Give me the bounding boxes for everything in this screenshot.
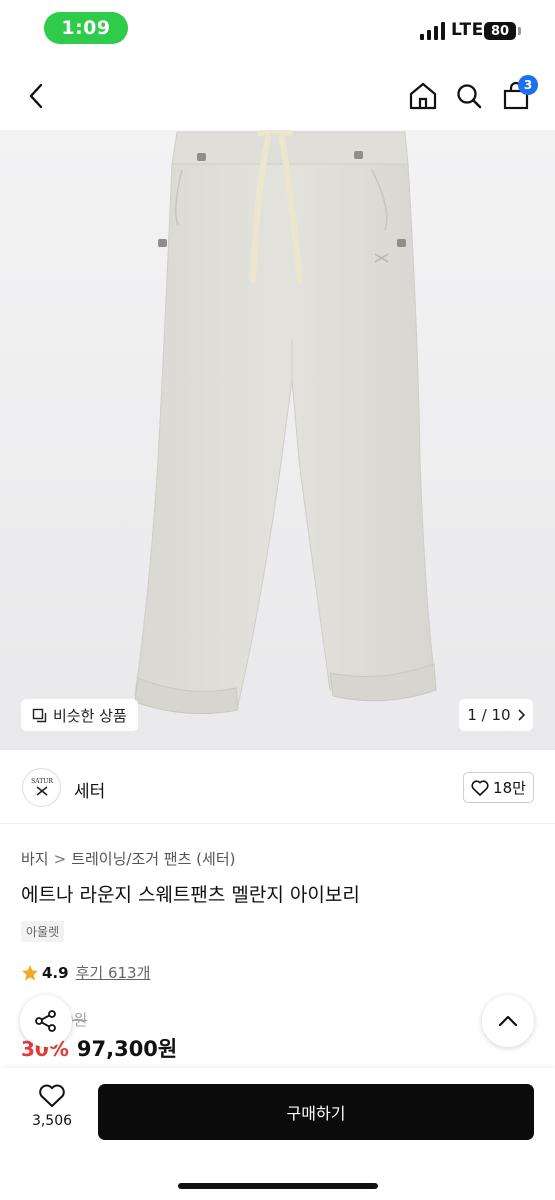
review-link[interactable]: 후기 613개 xyxy=(76,962,151,983)
top-nav: 3 xyxy=(0,58,555,130)
brand-row: SATUR 세터 18만 xyxy=(0,750,555,824)
signal-icon xyxy=(420,22,445,40)
brand-logo[interactable]: SATUR xyxy=(22,768,61,807)
scroll-top-button[interactable] xyxy=(482,995,534,1047)
chevron-up-icon xyxy=(498,1015,518,1027)
breadcrumb: 바지 > 트레이닝/조거 팬츠 (세터) xyxy=(21,848,235,869)
cart-count-badge: 3 xyxy=(518,75,538,95)
product-photo xyxy=(134,130,437,715)
product-image[interactable]: 비슷한 상품 1 / 10 xyxy=(0,130,555,750)
status-time: 1:09 xyxy=(44,12,128,44)
brand-like-button[interactable]: 18만 xyxy=(463,772,534,803)
wishlist-button[interactable]: 3,506 xyxy=(22,1084,82,1129)
outlet-tag: 아울렛 xyxy=(21,921,65,942)
similar-items-icon xyxy=(32,708,47,722)
search-icon xyxy=(457,84,482,109)
battery-icon: 80 xyxy=(484,22,516,40)
buy-button[interactable]: 구매하기 xyxy=(98,1084,534,1140)
rating-score: 4.9 xyxy=(42,963,69,982)
rating: 4.9 후기 613개 xyxy=(21,962,150,983)
home-button[interactable] xyxy=(404,76,442,116)
cart-button[interactable]: 3 xyxy=(496,75,538,116)
network-label: LTE xyxy=(451,20,484,40)
breadcrumb-item[interactable]: 바지 xyxy=(21,850,49,868)
breadcrumb-item[interactable]: 트레이닝/조거 팬츠 (세터) xyxy=(71,850,235,868)
brand-logo-text: SATUR xyxy=(31,778,53,785)
similar-products-label: 비슷한 상품 xyxy=(53,706,127,725)
gallery-page-label: 1 / 10 xyxy=(467,706,511,724)
chevron-left-icon xyxy=(29,83,43,109)
breadcrumb-separator: > xyxy=(53,850,67,868)
wishlist-count: 3,506 xyxy=(31,1113,73,1129)
share-button[interactable] xyxy=(20,995,72,1047)
similar-products-button[interactable]: 비슷한 상품 xyxy=(21,699,138,731)
home-indicator xyxy=(178,1183,378,1189)
home-icon xyxy=(409,82,437,110)
battery-tip xyxy=(518,27,521,35)
brand-name[interactable]: 세터 xyxy=(74,777,105,802)
gallery-pager[interactable]: 1 / 10 xyxy=(459,699,533,731)
purchase-bar: 3,506 구매하기 xyxy=(0,1068,555,1200)
status-bar: 1:09 LTE 80 xyxy=(0,0,555,58)
share-icon xyxy=(35,1010,56,1032)
sale-price: 97,300원 xyxy=(76,1037,178,1061)
back-button[interactable] xyxy=(18,78,54,114)
chevron-right-icon xyxy=(518,709,525,721)
brand-like-count: 18만 xyxy=(493,779,526,797)
star-icon xyxy=(22,964,38,980)
product-title: 에트나 라운지 스웨트팬츠 멜란지 아이보리 xyxy=(21,884,360,906)
search-button[interactable] xyxy=(450,76,488,116)
heart-icon xyxy=(471,779,489,796)
brand-logo-mark: SATUR xyxy=(31,778,53,796)
heart-icon xyxy=(39,1084,65,1107)
